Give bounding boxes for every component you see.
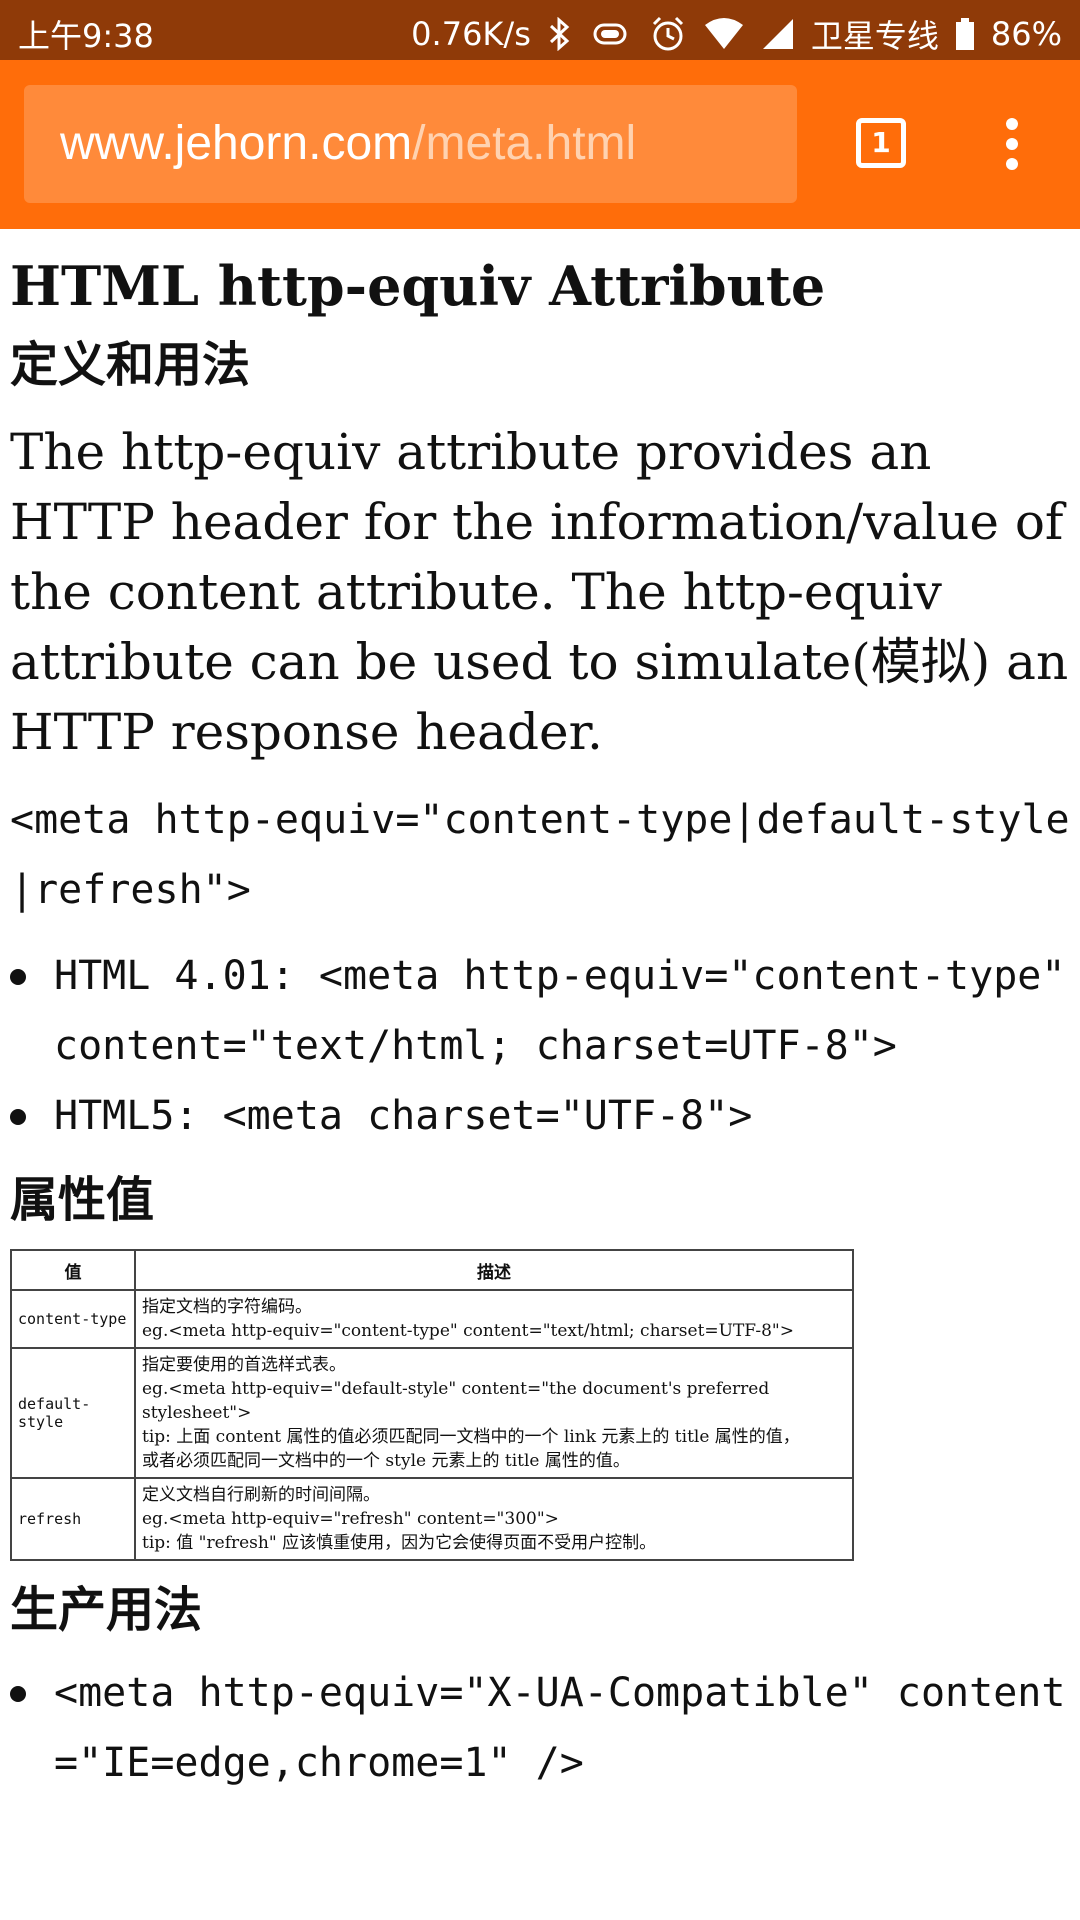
- page-content: HTML http-equiv Attribute 定义和用法 The http…: [10, 229, 1070, 1798]
- column-header: 值: [10, 1249, 136, 1292]
- section-heading-definition: 定义和用法: [10, 337, 251, 394]
- description-line: tip: 值 "refresh" 应该慎重使用，因为它会使得页面不受用户控制。: [142, 1533, 657, 1554]
- alarm-icon: [652, 16, 683, 51]
- tab-switcher-button[interactable]: 1: [856, 118, 906, 168]
- description-line: eg.<meta http-equiv="content-type" conte…: [142, 1321, 794, 1342]
- url-host: www.jehorn.com: [60, 117, 413, 170]
- syntax-code: <meta http-equiv="content-type|default-s…: [10, 796, 1070, 913]
- value-cell: refresh: [10, 1477, 136, 1562]
- description-line: eg.<meta http-equiv="refresh" content="3…: [142, 1509, 559, 1530]
- status-indicators: 0.76K/s 卫星专线 86%: [411, 11, 1062, 57]
- description-line: tip: 上面 content 属性的值必须匹配同一文档中的一个 link 元素…: [142, 1427, 800, 1448]
- production-list: <meta http-equiv="X-UA-Compatible" conte…: [10, 1658, 1070, 1798]
- description-line: 定义文档自行刷新的时间间隔。: [142, 1485, 380, 1506]
- table-row: content-type 指定文档的字符编码。 eg.<meta http-eq…: [10, 1289, 854, 1350]
- table-row: default-style 指定要使用的首选样式表。 eg.<meta http…: [10, 1347, 854, 1480]
- battery-level: 86%: [990, 15, 1062, 53]
- vibrate-icon: [593, 23, 627, 45]
- carrier-name: 卫星专线: [810, 17, 939, 55]
- value-cell: default-style: [10, 1347, 136, 1480]
- description-cell: 指定要使用的首选样式表。 eg.<meta http-equiv="defaul…: [134, 1347, 854, 1480]
- signal-icon: [762, 19, 793, 49]
- status-time: 上午9:38: [18, 17, 154, 55]
- intro-paragraph: The http-equiv attribute provides an HTT…: [10, 422, 1069, 761]
- section-heading-values: 属性值: [10, 1171, 155, 1228]
- battery-icon: [955, 18, 974, 50]
- table-row: refresh 定义文档自行刷新的时间间隔。 eg.<meta http-equ…: [10, 1477, 854, 1562]
- browser-toolbar: www.jehorn.com/meta.html 1: [0, 60, 1080, 229]
- attribute-values-table: 值 描述 content-type 指定文档的字符编码。 eg.<meta ht…: [10, 1249, 854, 1562]
- status-bar: 上午9:38 0.76K/s 卫星专线 86%: [0, 0, 1080, 60]
- url-path: /meta.html: [412, 117, 637, 170]
- description-line: 或者必须匹配同一文档中的一个 style 元素上的 title 属性的值。: [142, 1451, 630, 1472]
- description-line: 指定文档的字符编码。: [142, 1297, 312, 1318]
- bluetooth-icon: [549, 17, 570, 51]
- value-cell: content-type: [10, 1289, 136, 1350]
- table-header-row: 值 描述: [10, 1249, 854, 1292]
- network-speed: 0.76K/s: [411, 15, 531, 53]
- version-list: HTML 4.01: <meta http-equiv="content-typ…: [10, 941, 1070, 1151]
- column-header: 描述: [134, 1249, 854, 1292]
- list-item: <meta http-equiv="X-UA-Compatible" conte…: [10, 1658, 1070, 1798]
- address-bar[interactable]: www.jehorn.com/meta.html: [24, 85, 797, 203]
- description-line: 指定要使用的首选样式表。: [142, 1355, 346, 1376]
- wifi-icon: [704, 18, 743, 49]
- list-item: HTML 4.01: <meta http-equiv="content-typ…: [10, 941, 1070, 1081]
- description-cell: 定义文档自行刷新的时间间隔。 eg.<meta http-equiv="refr…: [134, 1477, 854, 1562]
- page-title: HTML http-equiv Attribute: [10, 254, 826, 318]
- section-heading-production: 生产用法: [10, 1582, 203, 1639]
- description-cell: 指定文档的字符编码。 eg.<meta http-equiv="content-…: [134, 1289, 854, 1350]
- description-line: eg.<meta http-equiv="default-style" cont…: [142, 1379, 770, 1424]
- overflow-menu-icon[interactable]: [1000, 118, 1024, 172]
- list-item: HTML5: <meta charset="UTF-8">: [10, 1081, 1070, 1151]
